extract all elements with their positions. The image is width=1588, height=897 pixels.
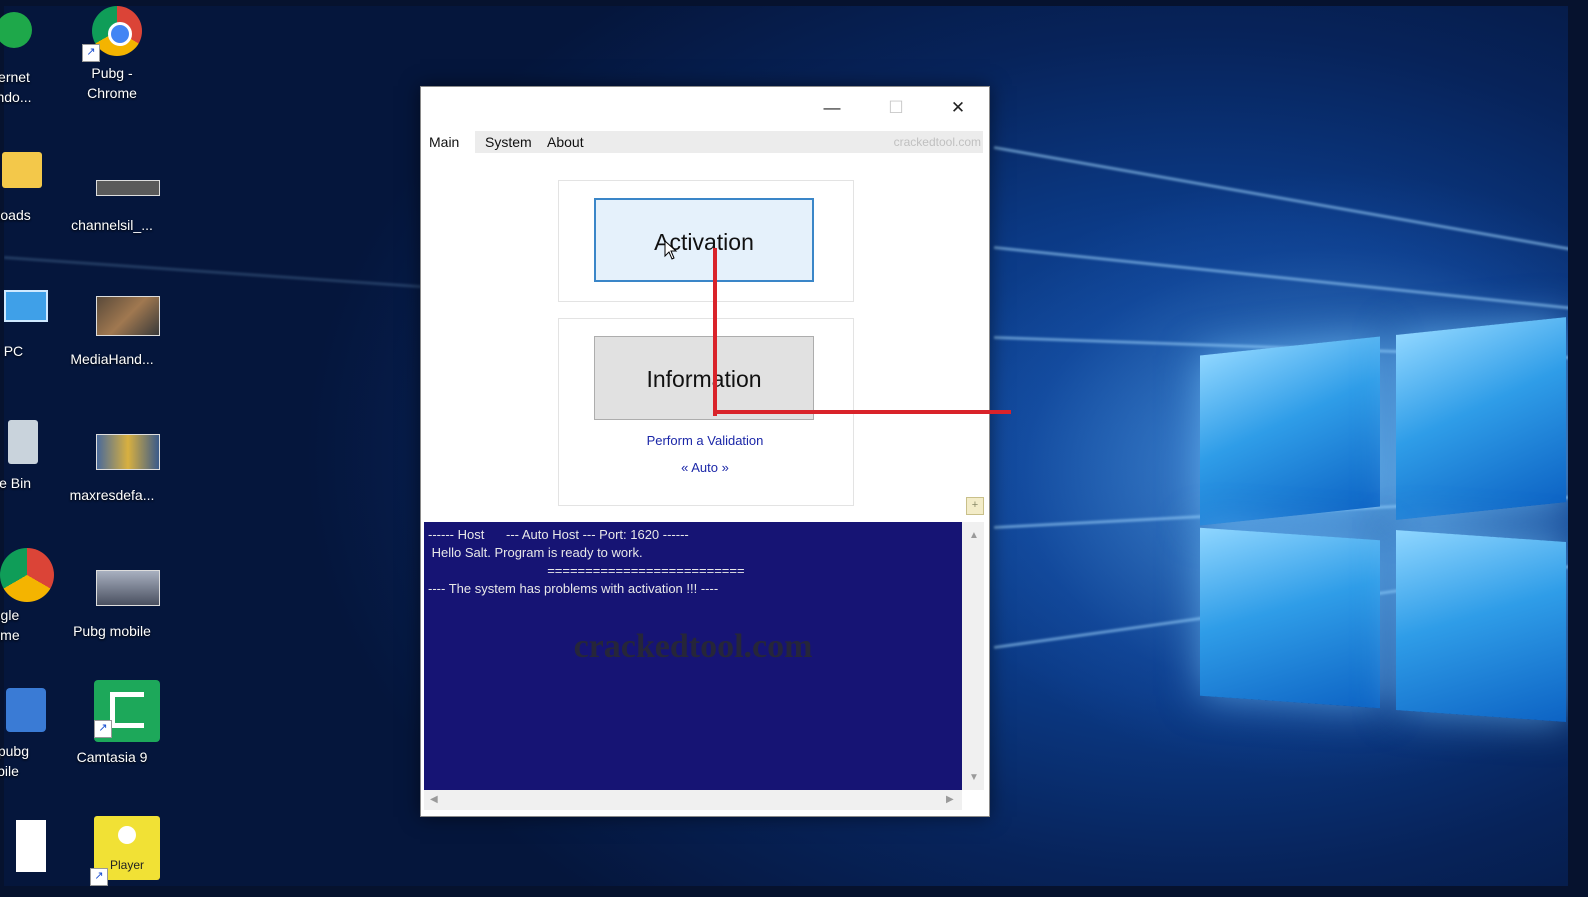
desktop-icon-maxresdefault[interactable]: maxresdefa... <box>64 426 160 504</box>
information-button[interactable]: Information <box>594 336 814 420</box>
desktop-icon-label: Pubg - <box>91 65 133 81</box>
desktop-icon-label: ogle <box>0 607 20 623</box>
expand-toggle-icon[interactable]: + <box>966 497 984 515</box>
desktop-icon-label: channelsil_... <box>71 217 153 233</box>
site-label: crackedtool.com <box>893 135 981 149</box>
desktop-icon-file[interactable] <box>0 820 56 878</box>
console-line: ---- The system has problems with activa… <box>428 581 719 596</box>
desktop-icon-label: s pubg <box>0 743 30 759</box>
desktop-icon-recycle-bin[interactable]: cle Bin <box>0 414 58 492</box>
desktop-icon-label: loads <box>0 207 31 223</box>
scroll-left-icon[interactable]: ◀ <box>430 794 438 805</box>
console-line: ========================== <box>428 563 745 578</box>
chrome-icon <box>0 546 54 604</box>
image-file-icon <box>80 290 160 348</box>
desktop-icon-google-chrome[interactable]: ogle ome <box>0 546 54 644</box>
chrome-icon: ↗ <box>80 4 144 62</box>
desktop-icon-pubg-chrome[interactable]: ↗ Pubg - Chrome <box>64 4 160 102</box>
scroll-down-icon[interactable]: ▼ <box>969 772 979 783</box>
downloads-folder-icon <box>0 146 46 204</box>
desktop-icon-label: Pubg mobile <box>73 623 151 639</box>
vertical-scrollbar[interactable]: ▲ ▼ <box>962 522 984 790</box>
image-file-icon <box>80 562 160 620</box>
desktop-icon-label: cle Bin <box>0 475 32 491</box>
desktop-icon-mediahand[interactable]: MediaHand... <box>64 290 160 368</box>
shortcut-arrow-icon: ↗ <box>82 44 100 62</box>
mouse-cursor-icon <box>664 240 678 260</box>
desktop-icon-label: s PC <box>0 343 24 359</box>
image-file-icon <box>80 156 160 214</box>
callout-line-vertical <box>713 248 717 416</box>
watermark: crackedtool.com <box>573 628 813 665</box>
app-icon <box>0 682 46 740</box>
console-line: ------ Host --- Auto Host --- Port: 1620… <box>428 527 689 542</box>
title-bar[interactable]: — ☐ ✕ <box>421 87 989 129</box>
scroll-right-icon[interactable]: ▶ <box>946 794 954 805</box>
desktop-icon-this-pc[interactable]: s PC <box>0 282 56 360</box>
callout-line-horizontal <box>713 410 1011 414</box>
desktop-icon-label: ome <box>0 627 20 643</box>
player-icon: Player ↗ <box>80 816 160 886</box>
desktop-icon-channelsil[interactable]: channelsil_... <box>64 156 160 234</box>
desktop-icon-label: ndo... <box>0 89 32 105</box>
image-file-icon <box>80 426 160 484</box>
desktop-icon-player[interactable]: Player ↗ <box>64 816 160 886</box>
console-line: Hello Salt. Program is ready to work. <box>428 545 643 560</box>
shortcut-arrow-icon: ↗ <box>94 720 112 738</box>
desktop-icon-label: ernet <box>0 69 30 85</box>
scroll-up-icon[interactable]: ▲ <box>969 530 979 541</box>
activation-button[interactable]: Activation <box>594 198 814 282</box>
minimize-button[interactable]: — <box>809 93 855 123</box>
internet-explorer-icon <box>0 8 46 66</box>
close-button[interactable]: ✕ <box>935 93 981 123</box>
desktop-icon-pubg-mobile[interactable]: Pubg mobile <box>64 562 160 640</box>
desktop-icon-internet-explorer[interactable]: ernet ndo... <box>0 8 62 106</box>
tab-main[interactable]: Main <box>423 131 466 153</box>
desktop-icon-label: MediaHand... <box>70 351 154 367</box>
console-output[interactable]: ------ Host --- Auto Host --- Port: 1620… <box>424 522 962 790</box>
camtasia-icon: ↗ <box>80 680 160 742</box>
perform-validation-link[interactable]: Perform a Validation <box>600 433 810 448</box>
tab-bar: Main System About crackedtool.com <box>421 129 989 155</box>
shortcut-arrow-icon: ↗ <box>90 868 108 886</box>
horizontal-scrollbar[interactable]: ◀ ▶ <box>424 790 962 810</box>
desktop-icon-label: Chrome <box>87 85 137 101</box>
auto-link[interactable]: « Auto » <box>660 460 750 475</box>
desktop-icon-camtasia[interactable]: ↗ Camtasia 9 <box>64 680 160 766</box>
computer-icon <box>0 282 48 340</box>
desktop-icon-label: Camtasia 9 <box>76 749 148 765</box>
recycle-bin-icon <box>0 414 42 472</box>
tab-system[interactable]: System <box>479 131 538 153</box>
desktop-icon-pubg-mobile-shortcut[interactable]: s pubg bile <box>0 682 56 780</box>
file-icon <box>0 820 46 878</box>
desktop-icon-downloads[interactable]: loads <box>0 146 62 224</box>
tab-about[interactable]: About <box>541 131 590 153</box>
desktop-icon-label: maxresdefa... <box>69 487 155 503</box>
maximize-button[interactable]: ☐ <box>873 93 919 123</box>
desktop-icon-label: bile <box>0 763 19 779</box>
